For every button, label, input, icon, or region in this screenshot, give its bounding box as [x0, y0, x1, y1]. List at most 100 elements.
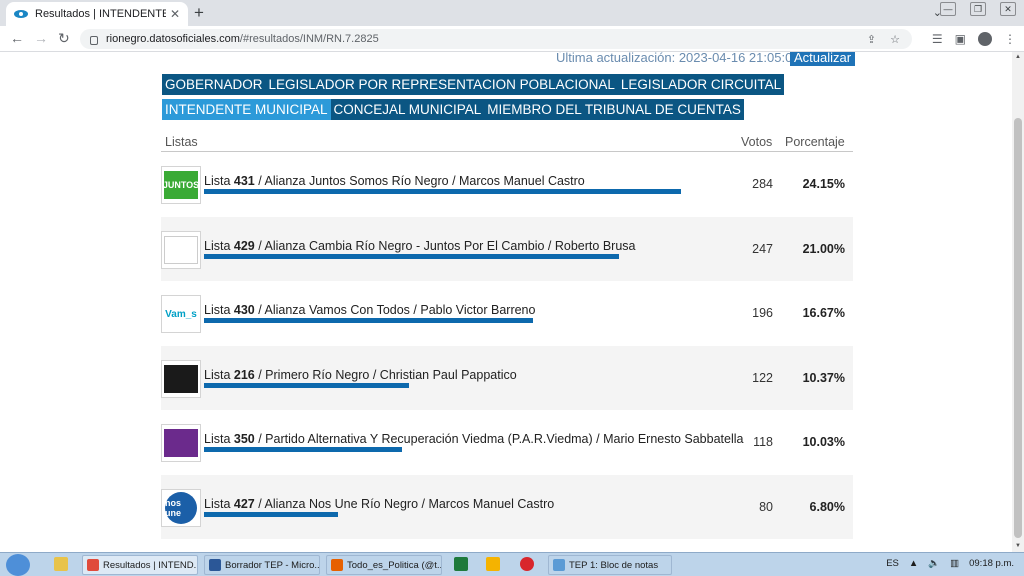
profile-avatar-icon[interactable]: [978, 32, 992, 46]
category-nav-row-1: GOBERNADOR LEGISLADOR POR REPRESENTACION …: [162, 74, 785, 95]
new-tab-button[interactable]: +: [194, 3, 204, 23]
vote-share-bar: [204, 447, 403, 452]
vote-count: 118: [753, 435, 773, 449]
tab-gobernador[interactable]: GOBERNADOR: [162, 74, 266, 95]
list-label: Lista 430 / Alianza Vamos Con Todos / Pa…: [204, 303, 535, 317]
scroll-up-arrow-icon[interactable]: ▲: [1014, 54, 1022, 62]
taskbar-item-label: TEP 1: Bloc de notas: [569, 559, 659, 571]
start-button[interactable]: [6, 554, 30, 576]
party-logo: [161, 230, 201, 269]
taskbar-item[interactable]: Resultados | INTEND...: [82, 555, 198, 575]
network-icon[interactable]: ▥: [950, 558, 959, 569]
list-label: Lista 216 / Primero Río Negro / Christia…: [204, 368, 517, 382]
party-logo: Vam_s: [161, 295, 201, 333]
tab-miembro-del-tribunal-de-cuentas[interactable]: MIEMBRO DEL TRIBUNAL DE CUENTAS: [484, 99, 744, 120]
list-number: 216: [233, 367, 255, 382]
bookmark-star-icon[interactable]: ☆: [890, 33, 900, 46]
party-logo: JUNTOS: [161, 166, 201, 204]
vote-share-bar: [204, 382, 409, 388]
vote-percent: 21.00%: [802, 241, 845, 256]
windows-taskbar: Resultados | INTEND... Borrador TEP - Mic…: [0, 552, 1024, 576]
header-lists: Listas: [165, 135, 198, 149]
vote-percent: 16.67%: [802, 306, 845, 320]
tab-legislador-por-representacion-poblacional[interactable]: LEGISLADOR POR REPRESENTACION POBLACIONA…: [265, 74, 618, 95]
list-label: Lista 427 / Alianza Nos Une Río Negro / …: [204, 497, 554, 511]
language-indicator[interactable]: ES: [886, 558, 899, 569]
side-panel-icon[interactable]: ▣: [955, 32, 966, 46]
forward-arrow-icon[interactable]: →: [34, 30, 48, 46]
list-label: Lista 431 / Alianza Juntos Somos Río Neg…: [204, 174, 585, 188]
browser-tab[interactable]: Resultados | INTENDENTE MUNI ✕: [6, 2, 188, 26]
party-logo-badge: [164, 235, 198, 264]
vote-share-bar: [204, 253, 619, 259]
list-name: / Alianza Vamos Con Todos / Pablo Victor…: [254, 303, 536, 317]
share-icon[interactable]: ⇪: [867, 33, 876, 46]
reading-list-icon[interactable]: ☰: [932, 32, 943, 46]
volume-icon[interactable]: 🔈: [928, 558, 940, 569]
window-controls: — ❐ ✕: [940, 2, 1016, 16]
clock[interactable]: 09:18 p.m.: [969, 558, 1014, 569]
opera-icon[interactable]: [520, 557, 534, 571]
browser-toolbar: ← → ↻ rionegro.datosoficiales.com /#resu…: [0, 26, 1024, 52]
result-row: JUNTOS Lista 431 / Alianza Juntos Somos R…: [161, 152, 853, 217]
page-content: Última actualización: 2023-04-16 21:05:0…: [0, 52, 1012, 552]
reload-icon[interactable]: ↻: [58, 30, 70, 47]
media-player-icon[interactable]: [486, 557, 500, 571]
list-prefix: Lista: [204, 432, 234, 446]
scroll-down-arrow-icon[interactable]: ▼: [1014, 543, 1022, 551]
browser-tab-bar: Resultados | INTENDENTE MUNI ✕ + ⌄ — ❐ ✕: [0, 0, 1024, 26]
list-label: Lista 429 / Alianza Cambia Río Negro - J…: [204, 239, 635, 253]
tray-expand-icon[interactable]: ▲: [909, 558, 918, 569]
list-prefix: Lista: [204, 367, 234, 382]
taskbar-item-label: Resultados | INTEND...: [103, 559, 198, 571]
party-logo-badge: Vam_s: [164, 300, 198, 328]
list-prefix: Lista: [204, 238, 234, 253]
party-logo: nos une: [161, 488, 201, 527]
vote-percent: 10.03%: [802, 435, 845, 449]
toolbar-actions: ☰ ▣ ⋮: [932, 32, 1016, 46]
results-table-header: Listas Votos Porcentaje: [161, 134, 853, 152]
lock-icon: [90, 35, 98, 45]
explorer-icon[interactable]: [54, 557, 68, 571]
taskbar-app-icon: [209, 559, 221, 571]
party-logo: [161, 424, 201, 462]
taskbar-item-label: Borrador TEP - Micro...: [225, 559, 320, 571]
excel-icon[interactable]: [454, 557, 468, 571]
vote-share-bar: [204, 511, 339, 517]
vote-count: 196: [752, 306, 773, 320]
list-name: / Alianza Cambia Río Negro - Juntos Por …: [254, 238, 636, 253]
list-number: 430: [233, 303, 255, 317]
header-votes: Votos: [741, 135, 773, 149]
back-arrow-icon[interactable]: ←: [10, 30, 24, 46]
party-logo-badge: [164, 429, 198, 457]
header-percent: Porcentaje: [785, 135, 845, 149]
list-name: / Partido Alternativa Y Recuperación Vie…: [254, 432, 744, 446]
url-host: rionegro.datosoficiales.com: [106, 33, 240, 45]
scrollbar-thumb[interactable]: [1014, 118, 1022, 538]
tab-concejal-municipal[interactable]: CONCEJAL MUNICIPAL: [330, 99, 485, 120]
list-name: / Alianza Juntos Somos Río Negro / Marco…: [254, 174, 585, 188]
taskbar-item[interactable]: Borrador TEP - Micro...: [204, 555, 320, 575]
result-row: Lista 216 / Primero Río Negro / Christia…: [161, 345, 853, 410]
tab-legislador-circuital[interactable]: LEGISLADOR CIRCUITAL: [617, 74, 785, 95]
result-row: Lista 350 / Partido Alternativa Y Recupe…: [161, 410, 853, 475]
list-name: / Primero Río Negro / Christian Paul Pap…: [254, 367, 517, 382]
taskbar-item[interactable]: TEP 1: Bloc de notas: [548, 555, 672, 575]
site-favicon-icon: [14, 9, 28, 19]
menu-kebab-icon[interactable]: ⋮: [1004, 32, 1016, 46]
vote-count: 122: [752, 370, 773, 385]
party-logo: [161, 359, 201, 398]
taskbar-item[interactable]: Todo_es_Politica (@t...: [326, 555, 442, 575]
address-bar[interactable]: rionegro.datosoficiales.com /#resultados…: [80, 29, 912, 49]
close-window-button[interactable]: ✕: [1000, 2, 1016, 16]
vote-share-bar: [204, 189, 681, 194]
party-logo-badge: nos une: [165, 491, 197, 524]
last-update-label: Última actualización: 2023-04-16 21:05:0…: [556, 52, 800, 65]
refresh-button[interactable]: Actualizar: [790, 52, 856, 66]
list-prefix: Lista: [204, 496, 234, 511]
minimize-button[interactable]: —: [940, 2, 956, 16]
maximize-button[interactable]: ❐: [970, 2, 986, 16]
tab-intendente-municipal[interactable]: INTENDENTE MUNICIPAL: [162, 99, 331, 120]
category-nav-row-2: INTENDENTE MUNICIPAL CONCEJAL MUNICIPAL MI…: [162, 99, 744, 120]
tab-close-icon[interactable]: ✕: [170, 7, 180, 21]
